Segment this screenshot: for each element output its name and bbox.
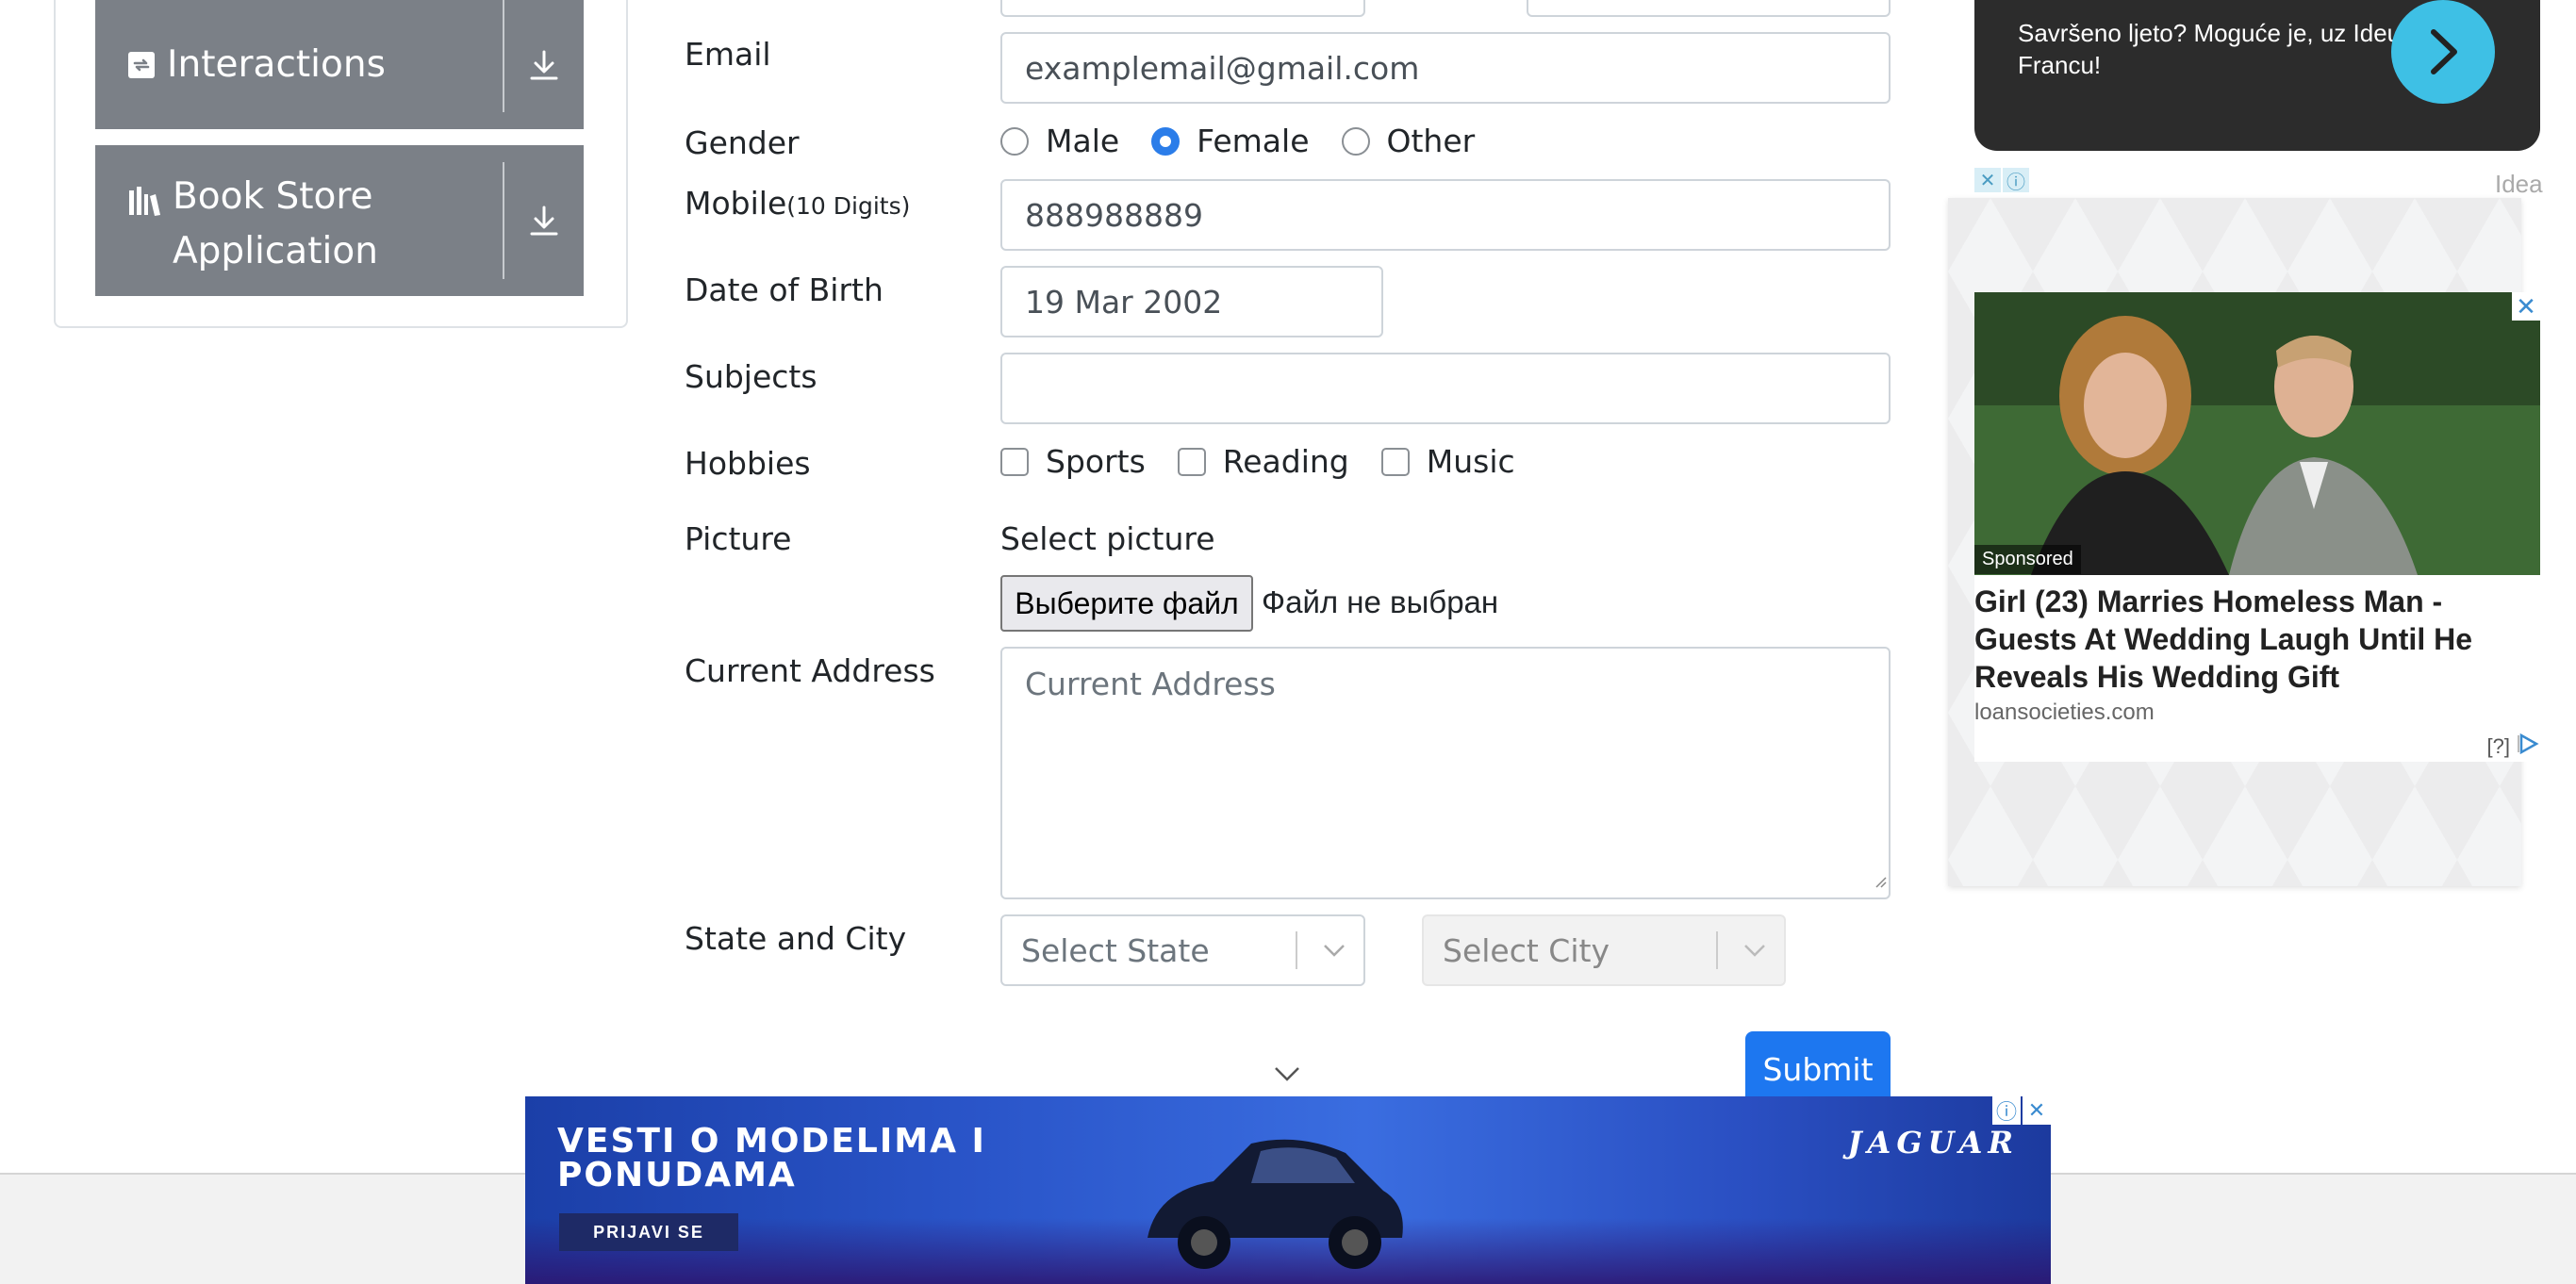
hobby-reading-checkbox[interactable]: Reading <box>1177 443 1349 480</box>
gender-female-radio[interactable]: Female <box>1151 123 1310 159</box>
interactions-icon <box>127 51 156 79</box>
city-select[interactable]: Select City <box>1422 914 1786 986</box>
close-icon[interactable]: ✕ <box>1974 168 2001 192</box>
hobbies-label: Hobbies <box>685 445 811 482</box>
chevron-right-icon[interactable] <box>2391 0 2495 104</box>
sponsored-tag: Sponsored <box>1974 545 2081 574</box>
state-select[interactable]: Select State <box>1000 914 1365 986</box>
radio-circle[interactable] <box>1000 126 1029 156</box>
download-icon[interactable] <box>504 145 584 296</box>
gender-other-radio[interactable]: Other <box>1341 123 1475 159</box>
banner-title: VESTI O MODELIMA I PONUDAMA <box>557 1122 986 1194</box>
select-separator <box>1716 931 1718 969</box>
download-icon[interactable] <box>504 0 584 129</box>
books-icon <box>127 185 161 217</box>
close-icon[interactable]: ✕ <box>2023 1096 2051 1125</box>
select-separator <box>1296 931 1297 969</box>
current-address-textarea[interactable]: Current Address <box>1000 647 1891 899</box>
car-image <box>1129 1115 1412 1284</box>
mobile-label: Mobile(10 Digits) <box>685 185 911 222</box>
resize-grip-icon[interactable] <box>1872 859 1887 896</box>
hobby-sports-checkbox[interactable]: Sports <box>1000 443 1146 480</box>
bottom-banner-ad[interactable]: VESTI O MODELIMA I PONUDAMA PRIJAVI SE J… <box>525 1096 2051 1284</box>
info-icon[interactable]: ⓘ <box>1992 1096 2021 1125</box>
ad-info[interactable]: [?] <box>2487 733 2540 760</box>
ad-choices[interactable]: ✕ ⓘ <box>1974 168 2029 193</box>
first-name-field[interactable] <box>1000 0 1365 17</box>
dob-label: Date of Birth <box>685 272 883 308</box>
ad-brand: Idea <box>2495 170 2543 198</box>
gender-label: Gender <box>685 124 800 161</box>
chevron-down-icon[interactable] <box>1322 916 1346 984</box>
picture-label: Picture <box>685 520 792 557</box>
info-icon[interactable]: ⓘ <box>2003 168 2029 193</box>
mobile-field[interactable]: 888988889 <box>1000 179 1891 251</box>
email-field[interactable]: examplemail@gmail.com <box>1000 32 1891 104</box>
banner-brand: JAGUAR <box>1847 1125 2019 1161</box>
dob-field[interactable]: 19 Mar 2002 <box>1000 266 1383 337</box>
address-label: Current Address <box>685 652 935 689</box>
address-placeholder: Current Address <box>1025 666 1276 702</box>
checkbox-box[interactable] <box>1000 447 1029 476</box>
sponsored-ad[interactable]: ✕ Sponsored Girl (23) Marries Homeless M… <box>1974 292 2540 762</box>
ad-image[interactable]: ✕ Sponsored <box>1974 292 2540 575</box>
chevron-down-icon[interactable] <box>1742 916 1767 984</box>
gender-radio-group: Male Female Other <box>1000 123 1507 159</box>
radio-circle[interactable] <box>1341 126 1370 156</box>
choose-file-button[interactable]: Выберите файл <box>1000 575 1253 632</box>
sidebar-item-label: Book Store Application <box>173 175 378 272</box>
hobby-music-checkbox[interactable]: Music <box>1380 443 1515 480</box>
promo-text: Savršeno ljeto? Moguće je, uz Ideu i Fra… <box>2018 19 2414 79</box>
checkbox-box[interactable] <box>1177 447 1206 476</box>
ad-domain[interactable]: loansocieties.com <box>1974 700 2155 726</box>
state-city-label: State and City <box>685 920 907 957</box>
sidebar-item-book-store[interactable]: Book Store Application <box>95 145 584 296</box>
promo-ad-card[interactable]: Savršeno ljeto? Moguće je, uz Ideu i Fra… <box>1974 0 2540 151</box>
radio-circle[interactable] <box>1151 126 1181 156</box>
dob-value: 19 Mar 2002 <box>1025 283 1223 321</box>
mobile-value: 888988889 <box>1025 196 1203 234</box>
subjects-input[interactable] <box>1000 353 1891 424</box>
ad-choices[interactable]: ⓘ ✕ <box>1992 1096 2051 1125</box>
gender-male-radio[interactable]: Male <box>1000 123 1119 159</box>
select-picture-label: Select picture <box>1000 520 1215 557</box>
subjects-label: Subjects <box>685 358 817 395</box>
sidebar-item-interactions[interactable]: Interactions <box>95 0 584 129</box>
ad-headline[interactable]: Girl (23) Marries Homeless Man - Guests … <box>1974 583 2531 696</box>
state-placeholder: Select State <box>1021 931 1210 969</box>
submit-button[interactable]: Submit <box>1745 1031 1891 1107</box>
sidebar-item-label: Interactions <box>167 42 386 86</box>
checkbox-box[interactable] <box>1380 447 1410 476</box>
banner-cta-button[interactable]: PRIJAVI SE <box>559 1213 738 1251</box>
file-status-text: Файл не выбран <box>1262 584 1499 619</box>
email-label: Email <box>685 36 771 73</box>
hobbies-checkbox-group: Sports Reading Music <box>1000 443 1547 480</box>
email-value: examplemail@gmail.com <box>1025 49 1420 87</box>
last-name-field[interactable] <box>1527 0 1891 17</box>
chevron-down-icon[interactable] <box>1273 1065 1301 1087</box>
close-icon[interactable]: ✕ <box>2512 292 2540 321</box>
adchoices-icon[interactable] <box>2518 733 2540 760</box>
city-placeholder: Select City <box>1443 931 1610 969</box>
